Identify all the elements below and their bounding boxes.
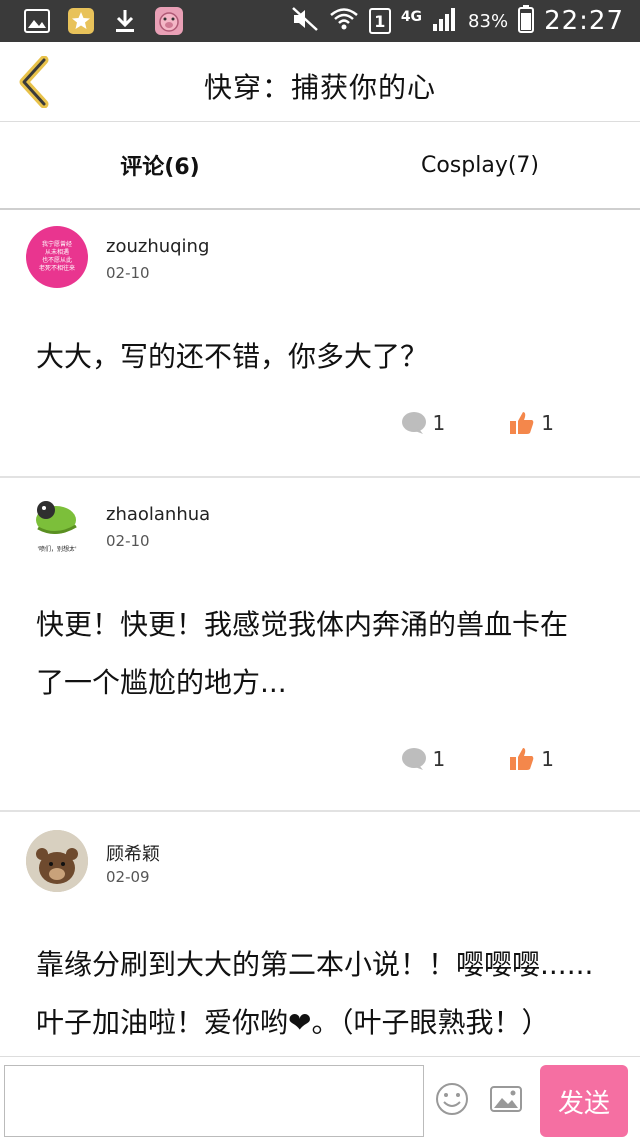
avatar[interactable] — [26, 830, 88, 892]
avatar[interactable]: 我宁愿曾经 从未相遇 也不愿从此 老死不相往来 — [26, 226, 88, 288]
avatar-text: 从未相遇 — [44, 249, 69, 256]
reply-count: 1 — [432, 411, 446, 435]
avatar[interactable]: '喷们，别想太' — [26, 494, 88, 556]
emoji-button[interactable] — [434, 1081, 470, 1117]
sim-indicator: 1 — [368, 8, 391, 34]
page-title: 快穿：捕获你的心 — [203, 71, 436, 104]
comment-text-line: 叶子加油啦！爱你哟❤。（叶子眼熟我！） — [36, 1006, 550, 1039]
wifi-icon — [329, 6, 359, 37]
app-star-icon — [66, 6, 96, 36]
comment-text-line: 快更！快更！我感觉我体内奔涌的兽血卡在 — [36, 608, 569, 641]
comment-username[interactable]: zouzhuqing — [106, 236, 209, 257]
tab-comments[interactable]: 评论(6) — [0, 122, 320, 208]
avatar-text: 老死不相往来 — [38, 265, 75, 272]
comment-username[interactable]: 顾希颖 — [106, 840, 160, 866]
battery-percent: 83% — [468, 10, 509, 32]
signal-icon — [432, 6, 458, 37]
comment-input-bar: 发送 — [0, 1056, 640, 1138]
speech-bubble-icon — [401, 412, 426, 434]
avatar-text: 我宁愿曾经 — [41, 241, 72, 248]
reply-button[interactable]: 1 — [401, 747, 446, 771]
network-type: 4G — [400, 9, 423, 25]
send-button[interactable]: 发送 — [540, 1065, 628, 1137]
battery-icon — [518, 4, 535, 38]
clock: 22:27 — [544, 6, 624, 36]
comment-text-line: 靠缘分刷到大大的第二本小说！！嘤嘤嘤...... — [36, 948, 594, 981]
reply-count: 1 — [432, 747, 446, 771]
comment-item: 我宁愿曾经 从未相遇 也不愿从此 老死不相往来 zouzhuqing 02-10… — [0, 210, 640, 478]
comment-text: 靠缘分刷到大大的第二本小说！！嘤嘤嘤...... 叶子加油啦！爱你哟❤。（叶子眼… — [36, 936, 620, 1052]
comment-text-line: 大大，写的还不错，你多大了？ — [36, 340, 429, 373]
avatar-caption: '喷们，别想太' — [37, 546, 77, 553]
download-icon — [110, 6, 140, 36]
comment-actions: 1 1 — [401, 410, 554, 436]
comment-text: 大大，写的还不错，你多大了？ — [36, 328, 608, 386]
speech-bubble-icon — [401, 748, 426, 770]
image-button[interactable] — [488, 1081, 524, 1117]
avatar-text: 也不愿从此 — [41, 257, 72, 264]
mute-icon — [291, 6, 319, 37]
gallery-icon — [22, 6, 52, 36]
tab-bar: 评论(6) Cosplay(7) — [0, 122, 640, 210]
like-button[interactable]: 1 — [509, 746, 554, 772]
tab-cosplay[interactable]: Cosplay(7) — [320, 122, 640, 208]
like-button[interactable]: 1 — [509, 410, 554, 436]
image-icon — [490, 1086, 522, 1112]
comment-username[interactable]: zhaolanhua — [106, 504, 210, 525]
top-nav-bar: 快穿：捕获你的心 — [0, 42, 640, 122]
reply-button[interactable]: 1 — [401, 411, 446, 435]
like-count: 1 — [541, 411, 554, 435]
comment-input[interactable] — [4, 1065, 424, 1137]
pig-app-icon — [154, 6, 184, 36]
comment-item: 顾希颖 02-09 靠缘分刷到大大的第二本小说！！嘤嘤嘤...... 叶子加油啦… — [0, 814, 640, 1064]
comment-text-line: 了一个尴尬的地方... — [36, 666, 287, 699]
comment-text: 快更！快更！我感觉我体内奔涌的兽血卡在 了一个尴尬的地方... — [36, 596, 608, 712]
thumbs-up-icon — [510, 748, 534, 770]
comment-item: '喷们，别想太' zhaolanhua 02-10 快更！快更！我感觉我体内奔涌… — [0, 478, 640, 812]
comment-date: 02-10 — [106, 532, 150, 550]
status-bar: 1 4G 83% 22:27 — [0, 0, 640, 42]
comment-date: 02-09 — [106, 868, 150, 886]
comment-actions: 1 1 — [401, 746, 554, 772]
smiley-icon — [436, 1083, 468, 1115]
comment-date: 02-10 — [106, 264, 150, 282]
like-count: 1 — [541, 747, 554, 771]
thumbs-up-icon — [510, 412, 534, 434]
